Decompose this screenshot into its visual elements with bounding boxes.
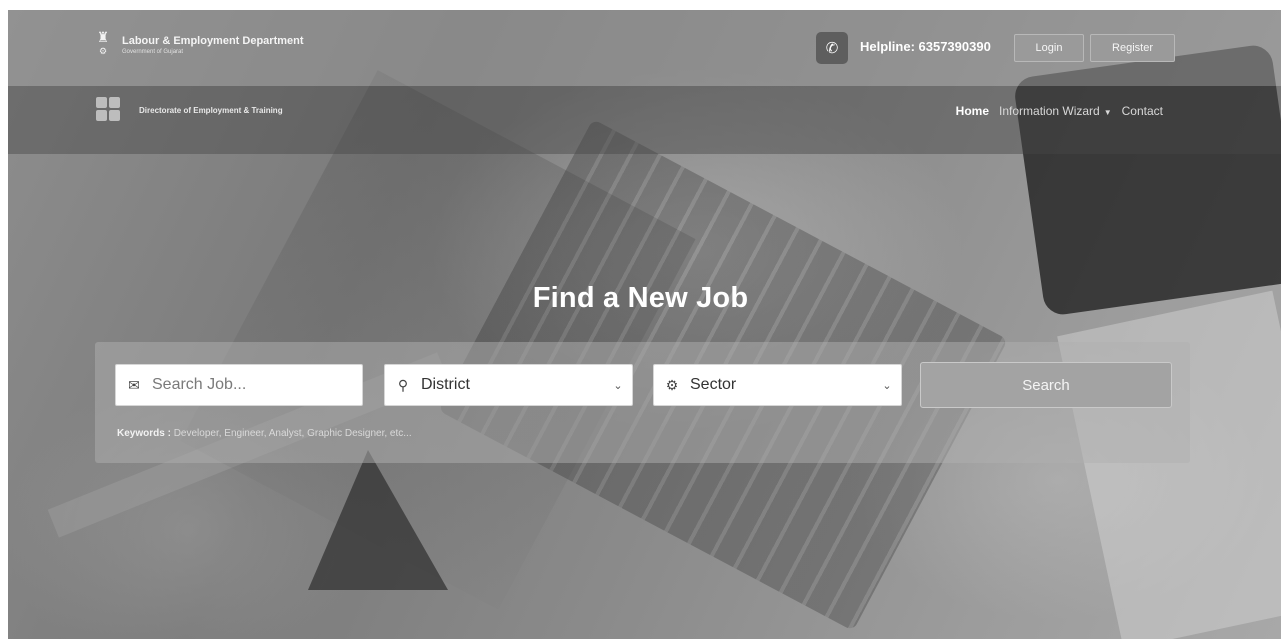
directorate-logo-icon [96, 97, 120, 121]
search-job-placeholder: Search Job... [152, 376, 247, 393]
keywords-label: Keywords : [117, 428, 171, 439]
background-set-square [308, 450, 448, 590]
gear-icon: ⚙ [665, 376, 679, 393]
nav-contact[interactable]: Contact [1122, 104, 1163, 118]
search-job-input[interactable]: ✉ Search Job... [115, 364, 363, 406]
top-bar: ♜ ⚙ Labour & Employment Department Govern… [8, 10, 1281, 86]
sector-select[interactable]: ⚙ Sector ⌄ [653, 364, 902, 406]
login-button[interactable]: Login [1014, 34, 1084, 62]
sector-select-value: Sector [690, 376, 737, 393]
chevron-down-icon: ⌄ [882, 379, 892, 392]
directorate-title: Directorate of Employment & Training [139, 106, 283, 115]
main-navbar [8, 86, 1281, 154]
district-select-value: District [421, 376, 470, 393]
search-button[interactable]: Search [920, 362, 1172, 408]
department-subtitle: Government of Gujarat [122, 49, 184, 55]
hero-title: Find a New Job [532, 282, 749, 314]
nav-home[interactable]: Home [956, 104, 989, 118]
nav-links: Home Information Wizard ▼ Contact [956, 104, 1163, 118]
keywords-text: Developer, Engineer, Analyst, Graphic De… [173, 428, 412, 439]
briefcase-icon: ✉ [128, 376, 140, 393]
chevron-down-icon: ▼ [1103, 108, 1112, 117]
government-emblem-icon: ♜ ⚙ [96, 29, 110, 56]
search-keywords: Keywords : Developer, Engineer, Analyst,… [117, 428, 412, 439]
register-button[interactable]: Register [1090, 34, 1175, 62]
phone-icon: ✆ [816, 32, 848, 64]
chevron-down-icon: ⌄ [613, 379, 623, 392]
district-select[interactable]: ⚲ District ⌄ [384, 364, 633, 406]
map-pin-icon: ⚲ [397, 376, 409, 393]
nav-information-wizard[interactable]: Information Wizard ▼ [999, 104, 1112, 118]
helpline-number: Helpline: 6357390390 [860, 39, 991, 54]
department-title: Labour & Employment Department [122, 35, 304, 47]
nav-information-wizard-label: Information Wizard [999, 104, 1100, 118]
